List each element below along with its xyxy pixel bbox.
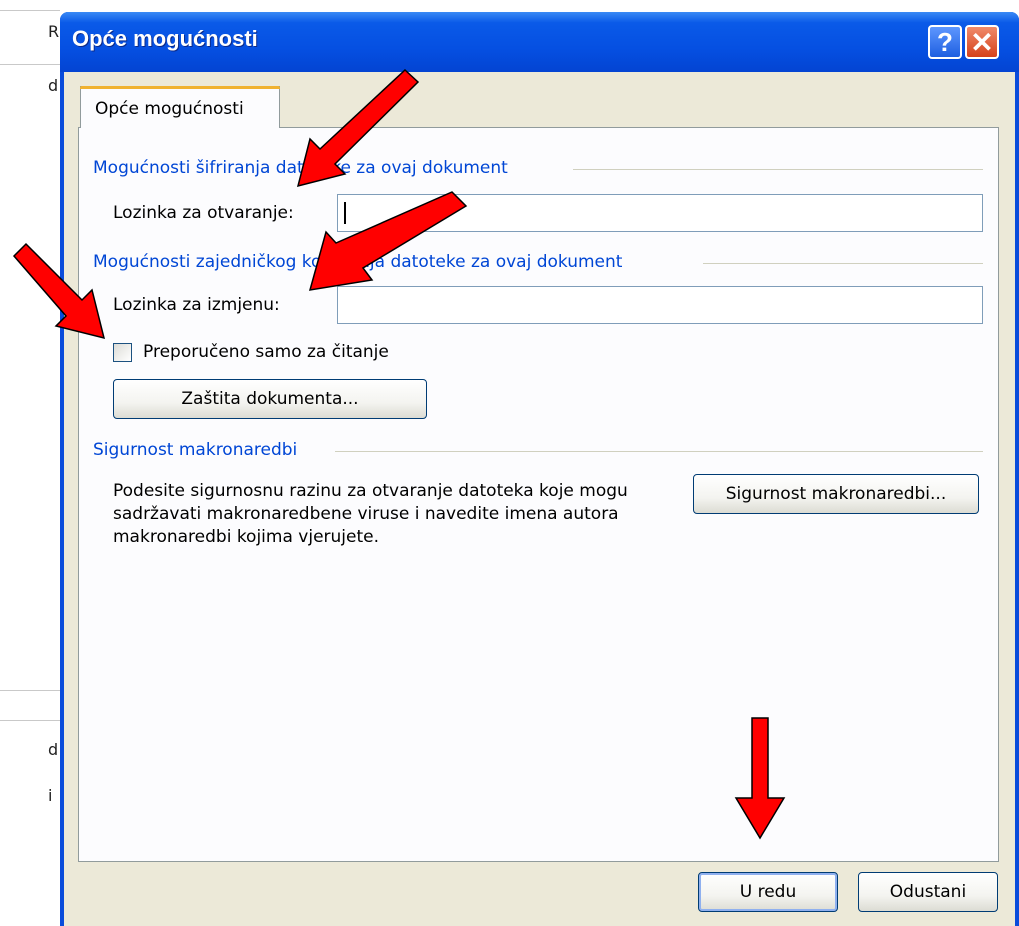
arrow-icon — [308, 191, 468, 291]
arrow-icon — [296, 68, 420, 188]
arrow-icon — [734, 717, 786, 840]
arrow-icon — [12, 242, 106, 340]
annotation-arrow-open-password — [12, 68, 786, 840]
